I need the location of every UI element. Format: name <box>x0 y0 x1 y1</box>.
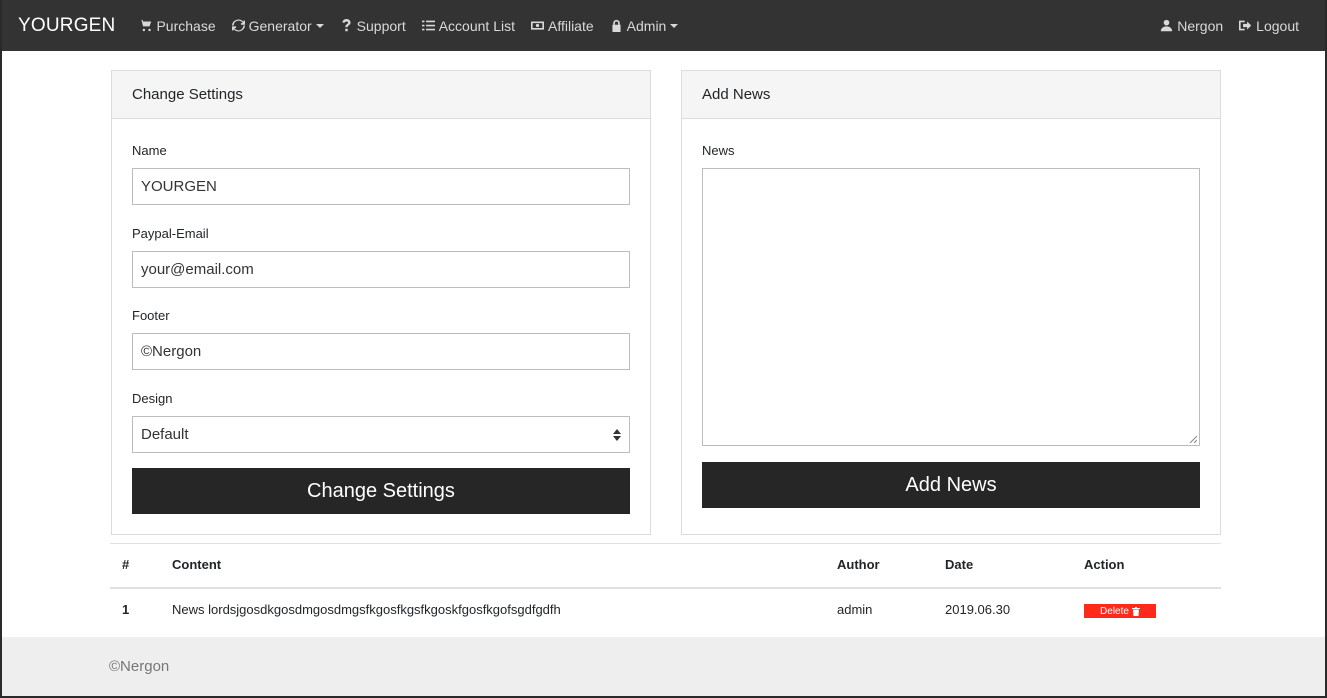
change-settings-button[interactable]: Change Settings <box>132 468 630 514</box>
table-header-divider <box>110 587 1221 589</box>
nav-logout[interactable]: Logout <box>1239 18 1299 34</box>
nav-user[interactable]: Nergon <box>1160 18 1223 34</box>
nav-account-list-label: Account List <box>438 17 515 34</box>
nav-purchase[interactable]: Purchase <box>139 17 216 34</box>
logout-icon <box>1239 20 1252 31</box>
resize-grip-icon[interactable] <box>1189 435 1197 443</box>
nav-affiliate[interactable]: Affiliate <box>530 17 594 34</box>
th-date: Date <box>945 557 974 572</box>
add-news-header: Add News <box>682 71 1220 119</box>
nav-purchase-label: Purchase <box>156 17 216 34</box>
brand-logo[interactable]: YOURGEN <box>18 15 115 37</box>
name-label: Name <box>132 143 167 158</box>
question-icon <box>342 19 351 32</box>
add-news-card: Add News News Add News <box>681 70 1221 535</box>
nav-right-group: Nergon Logout <box>1160 18 1315 34</box>
design-label: Design <box>132 391 173 406</box>
top-navbar: YOURGEN Purchase Generator Support Accou… <box>2 0 1325 51</box>
paypal-email-field[interactable]: your@email.com <box>132 251 630 288</box>
chevron-down-icon <box>315 23 324 28</box>
paypal-email-value: your@email.com <box>141 261 254 278</box>
th-action: Action <box>1084 557 1125 572</box>
refresh-icon <box>231 19 245 32</box>
trash-icon <box>1131 606 1140 616</box>
news-textarea[interactable] <box>702 168 1200 446</box>
nav-logout-label: Logout <box>1256 17 1299 34</box>
name-value: YOURGEN <box>141 178 217 195</box>
nav-account-list[interactable]: Account List <box>421 17 515 34</box>
name-field[interactable]: YOURGEN <box>132 168 630 205</box>
th-author: Author <box>837 557 880 572</box>
nav-generator[interactable]: Generator <box>231 17 324 34</box>
news-label: News <box>702 143 735 158</box>
nav-affiliate-label: Affiliate <box>547 17 594 34</box>
table-divider <box>110 543 1221 544</box>
change-settings-header: Change Settings <box>112 71 650 119</box>
paypal-email-label: Paypal-Email <box>132 226 209 241</box>
row-date: 2019.06.30 <box>945 602 1011 617</box>
add-news-button[interactable]: Add News <box>702 462 1200 508</box>
delete-button[interactable]: Delete <box>1084 604 1156 618</box>
nav-admin[interactable]: Admin <box>610 18 679 34</box>
footer-value: ©Nergon <box>141 343 202 360</box>
nav-support-label: Support <box>356 17 406 34</box>
list-icon <box>421 20 435 31</box>
row-author: admin <box>837 602 873 617</box>
delete-label: Delete <box>1100 605 1129 617</box>
nav-user-label: Nergon <box>1177 17 1224 34</box>
select-arrows-icon <box>613 428 621 441</box>
nav-generator-label: Generator <box>248 17 312 34</box>
user-icon <box>1161 19 1173 32</box>
change-settings-card: Change Settings Name YOURGEN Paypal-Emai… <box>111 70 651 535</box>
footer-text: ©Nergon <box>109 658 170 675</box>
money-icon <box>530 21 544 30</box>
chevron-down-icon <box>670 23 679 28</box>
design-select[interactable]: Default <box>132 416 630 453</box>
footer-label: Footer <box>132 308 170 323</box>
design-value: Default <box>141 426 189 443</box>
row-id: 1 <box>122 602 130 617</box>
th-number: # <box>122 557 130 572</box>
row-content: News lordsjgosdkgosdmgosdmgsfkgosfkgsfkg… <box>172 602 561 617</box>
page-footer: ©Nergon <box>2 637 1325 696</box>
footer-field[interactable]: ©Nergon <box>132 333 630 370</box>
nav-support[interactable]: Support <box>340 18 406 34</box>
th-content: Content <box>172 557 222 572</box>
lock-icon <box>612 19 621 32</box>
cart-icon <box>139 19 152 32</box>
nav-admin-label: Admin <box>626 17 667 34</box>
